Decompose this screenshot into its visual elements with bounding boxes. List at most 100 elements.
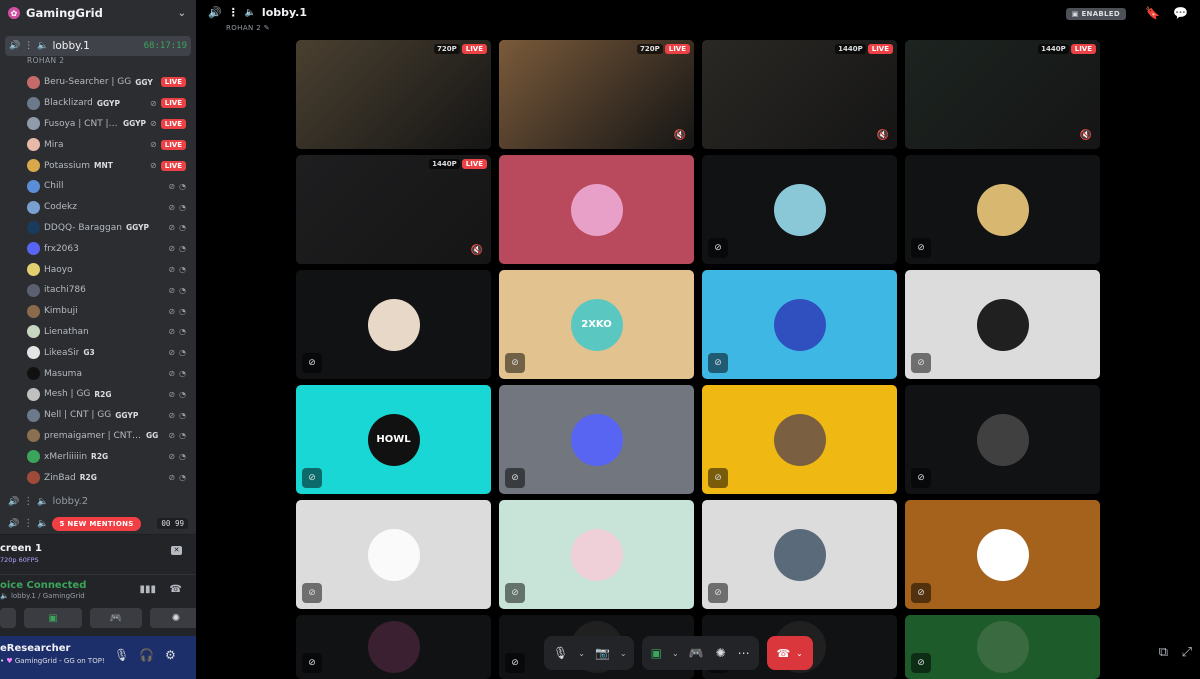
member-tag: GGYP	[125, 223, 150, 233]
participant-tile[interactable]: ⊘	[702, 270, 897, 379]
user-panel: eResearcher • ♥ GamingGrid - GG on TOP! …	[0, 636, 196, 679]
voice-member[interactable]: Nell | CNT | GG GGYP ⊘ ◔	[0, 405, 196, 426]
live-badge[interactable]: LIVE	[160, 139, 186, 150]
participant-tile[interactable]: ⊘	[296, 500, 491, 609]
bookmark-icon[interactable]: 🔖	[1145, 6, 1160, 20]
signal-icon[interactable]: ▮▮▮	[139, 584, 156, 595]
live-badge[interactable]: LIVE	[160, 160, 186, 171]
voice-member[interactable]: Lienathan ⊘ ◔	[0, 322, 196, 343]
participant-tile[interactable]: ⊘	[702, 155, 897, 264]
activity-icon[interactable]: 🎮	[684, 640, 709, 666]
muted-mic-icon: ⊘	[150, 119, 157, 129]
menu-dots-icon[interactable]: ⋮	[23, 496, 33, 507]
enabled-badge[interactable]: ▣ ENABLED	[1065, 8, 1126, 20]
settings-gear-icon[interactable]: ⚙	[165, 648, 176, 662]
voice-member[interactable]: premaigamer | CNT | GG GG ⊘◔	[0, 426, 196, 447]
avatar: HOWL	[367, 413, 420, 466]
voice-member[interactable]: itachi786 ⊘ ◔	[0, 280, 196, 301]
chevron-down-icon[interactable]: ⌄	[178, 8, 186, 19]
live-badge[interactable]: LIVE	[160, 77, 186, 88]
stream-resolution: 1440P	[835, 44, 866, 54]
microphone-icon[interactable]: 🎙	[548, 640, 573, 666]
more-options-icon[interactable]: ⋯	[733, 640, 755, 666]
participant-tile[interactable]: ⊘	[905, 385, 1100, 494]
stream-tile[interactable]: 1440P LIVE 🔇	[296, 155, 491, 264]
voice-channel-row[interactable]: 🔊 ⋮ 🔈 5 NEW MENTIONS 00 99	[0, 513, 196, 535]
new-mentions-badge[interactable]: 5 NEW MENTIONS	[52, 516, 141, 531]
chevron-down-icon[interactable]: ⌄	[796, 649, 803, 658]
chat-bubble-icon[interactable]: 💬	[1173, 6, 1188, 20]
voice-channel-lobby-2[interactable]: 🔊 ⋮ 🔈 lobby.2	[0, 491, 196, 513]
voice-channel-lobby-1[interactable]: 🔊 ⋮ 🔈 lobby.1 68:17:19	[5, 36, 191, 56]
microphone-icon[interactable]: 🎙	[114, 648, 129, 662]
voice-member[interactable]: Blacklizard GGYP ⊘ LIVE	[0, 93, 196, 114]
voice-member[interactable]: DDQQ- Baraggan GGYP ⊘ ◔	[0, 218, 196, 239]
menu-dots-icon[interactable]: ⋮	[228, 6, 239, 19]
camera-off-icon[interactable]: 📷	[590, 640, 615, 666]
activity-button[interactable]: 🎮	[90, 608, 142, 628]
voice-member[interactable]: Beru-Searcher | GG GGY LIVE	[0, 72, 196, 93]
stream-tile[interactable]: 720P LIVE	[296, 40, 491, 149]
voice-member[interactable]: Mesh | GG R2G ⊘ ◔	[0, 384, 196, 405]
voice-member[interactable]: Fusoya | CNT | GG GGYP ⊘ LIVE	[0, 114, 196, 135]
voice-member[interactable]: frx2063 ⊘ ◔	[0, 238, 196, 259]
participant-tile[interactable]: 2XKO ⊘	[499, 270, 694, 379]
voice-member[interactable]: Potassium MNT ⊘ LIVE	[0, 155, 196, 176]
avatar	[570, 528, 623, 581]
participant-tile[interactable]: HOWL ⊘	[296, 385, 491, 494]
soundboard-button[interactable]: ✺	[150, 608, 196, 628]
share-screen-button[interactable]: ▣	[24, 608, 82, 628]
stop-stream-icon[interactable]: ✕	[171, 546, 182, 555]
participant-tile[interactable]: ⊘	[296, 615, 491, 679]
voice-status: oice Connected	[0, 580, 87, 591]
participant-tile[interactable]: ⊘	[702, 385, 897, 494]
participant-tile[interactable]: ⊘	[905, 155, 1100, 264]
chevron-down-icon[interactable]: ⌄	[575, 640, 588, 666]
muted-mic-icon: ⊘	[168, 369, 176, 379]
menu-dots-icon[interactable]: ⋮	[24, 41, 33, 51]
pop-out-icon[interactable]: ⧉	[1159, 645, 1168, 660]
member-name: Masuma	[44, 368, 82, 379]
voice-member[interactable]: Chill ⊘ ◔	[0, 176, 196, 197]
participant-tile[interactable]: ⊘	[905, 615, 1100, 679]
participant-tile[interactable]	[499, 155, 694, 264]
muted-speaker-icon[interactable]: 🔇	[877, 130, 889, 141]
member-tag: GGYP	[96, 98, 120, 108]
participant-tile[interactable]: ⊘	[499, 500, 694, 609]
menu-dots-icon[interactable]: ⋮	[23, 518, 33, 529]
voice-member[interactable]: Masuma ⊘ ◔	[0, 363, 196, 384]
live-badge[interactable]: LIVE	[160, 118, 186, 129]
participant-tile[interactable]: ⊘	[296, 270, 491, 379]
fullscreen-icon[interactable]: ⤢	[1182, 645, 1192, 660]
disconnect-button[interactable]: ☎ ⌄	[766, 636, 813, 670]
participant-tile[interactable]: ⊘	[499, 385, 694, 494]
muted-mic-icon: ⊘	[911, 468, 931, 488]
disconnect-icon[interactable]: ☎	[170, 584, 182, 595]
voice-member[interactable]: xMerliiiiin R2G ⊘ ◔	[0, 446, 196, 467]
muted-speaker-icon[interactable]: 🔇	[674, 130, 686, 141]
chevron-down-icon[interactable]: ⌄	[669, 640, 682, 666]
participant-tile[interactable]: ⊘	[905, 270, 1100, 379]
participant-tile[interactable]: MASUMA ⊘	[905, 500, 1100, 609]
muted-speaker-icon[interactable]: 🔇	[471, 245, 483, 256]
live-badge[interactable]: LIVE	[160, 98, 186, 109]
voice-location[interactable]: 🔈 lobby.1 / GamingGrid	[0, 592, 85, 600]
stream-tile[interactable]: 720P LIVE 🔇	[499, 40, 694, 149]
voice-member[interactable]: ZinBad R2G ⊘ ◔	[0, 467, 196, 488]
share-screen-icon[interactable]: ▣	[646, 640, 667, 666]
chevron-down-icon[interactable]: ⌄	[617, 640, 630, 666]
voice-member[interactable]: LikeaSir G3 ⊘ ◔	[0, 342, 196, 363]
participant-tile[interactable]: ⊘	[702, 500, 897, 609]
muted-speaker-icon[interactable]: 🔇	[1080, 130, 1092, 141]
camera-button[interactable]	[0, 608, 16, 628]
server-header[interactable]: ✿ GamingGrid ⌄	[0, 0, 196, 26]
headphones-icon[interactable]: 🎧	[139, 648, 154, 662]
avatar	[773, 183, 826, 236]
voice-member[interactable]: Haoyo ⊘ ◔	[0, 259, 196, 280]
voice-member[interactable]: Kimbuji ⊘ ◔	[0, 301, 196, 322]
voice-member[interactable]: Codekz ⊘ ◔	[0, 197, 196, 218]
stream-tile[interactable]: 1440P LIVE 🔇	[702, 40, 897, 149]
soundboard-icon[interactable]: ✺	[711, 640, 731, 666]
stream-tile[interactable]: 1440P LIVE 🔇	[905, 40, 1100, 149]
voice-member[interactable]: Mira ⊘ LIVE	[0, 134, 196, 155]
